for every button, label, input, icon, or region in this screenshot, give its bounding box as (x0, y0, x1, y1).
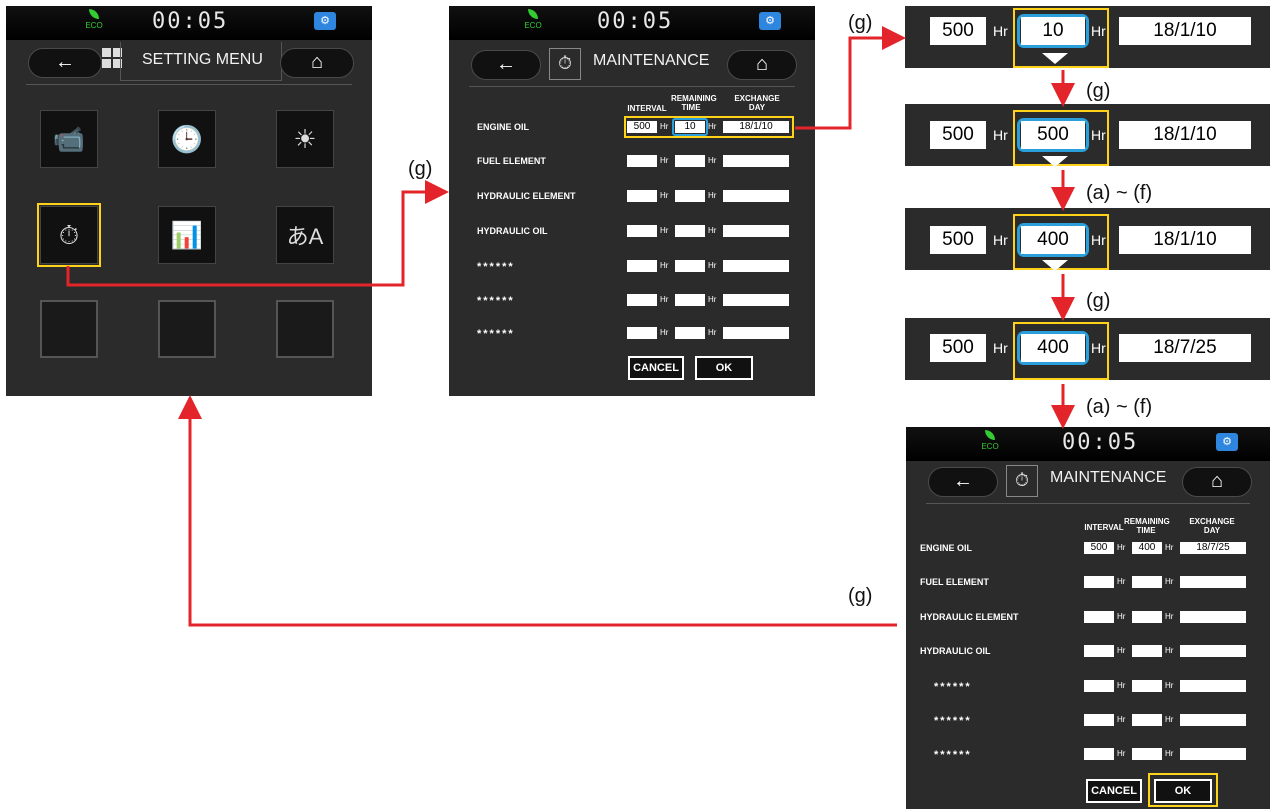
arrow-back-to-menu (178, 395, 897, 627)
step-label: (a) ~ (f) (1086, 182, 1153, 204)
step-label: (g) (1086, 80, 1111, 102)
step-label: (g) (848, 585, 873, 607)
flow-arrows (66, 26, 1075, 627)
step-label: (g) (1086, 290, 1111, 312)
arrow-engine-oil-to-strip (795, 26, 906, 130)
step-label: (g) (848, 12, 873, 34)
step-label: (g) (408, 158, 433, 180)
step-label: (a) ~ (f) (1086, 396, 1153, 418)
arrow-menu-to-maintenance (66, 180, 449, 287)
